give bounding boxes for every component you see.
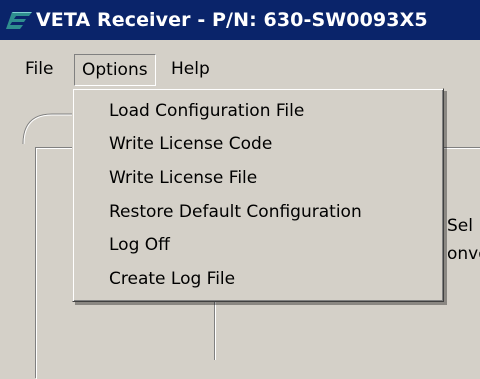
menu-item-write-license-file[interactable]: Write License File xyxy=(109,162,257,194)
menu-item-load-configuration-file[interactable]: Load Configuration File xyxy=(109,95,304,127)
menu-item-log-off[interactable]: Log Off xyxy=(109,229,170,261)
menu-item-create-log-file[interactable]: Create Log File xyxy=(109,263,235,295)
title-bar[interactable]: VETA Receiver - P/N: 630-SW0093X5 xyxy=(0,0,480,40)
app-logo-icon xyxy=(6,12,32,29)
options-dropdown-menu: Load Configuration File Write License Co… xyxy=(72,88,444,302)
menu-item-write-license-code[interactable]: Write License Code xyxy=(109,128,272,160)
menu-file[interactable]: File xyxy=(20,54,58,84)
menu-item-restore-default-configuration[interactable]: Restore Default Configuration xyxy=(109,196,362,228)
app-window: VETA Receiver - P/N: 630-SW0093X5 File O… xyxy=(0,0,480,379)
window-title: VETA Receiver - P/N: 630-SW0093X5 xyxy=(36,9,428,31)
menu-bar: File Options Help xyxy=(0,52,480,88)
select-label-partial: Sel xyxy=(447,216,473,236)
menu-help[interactable]: Help xyxy=(166,54,215,84)
menu-options[interactable]: Options xyxy=(74,54,156,86)
converter-label-partial: onve xyxy=(447,244,480,264)
